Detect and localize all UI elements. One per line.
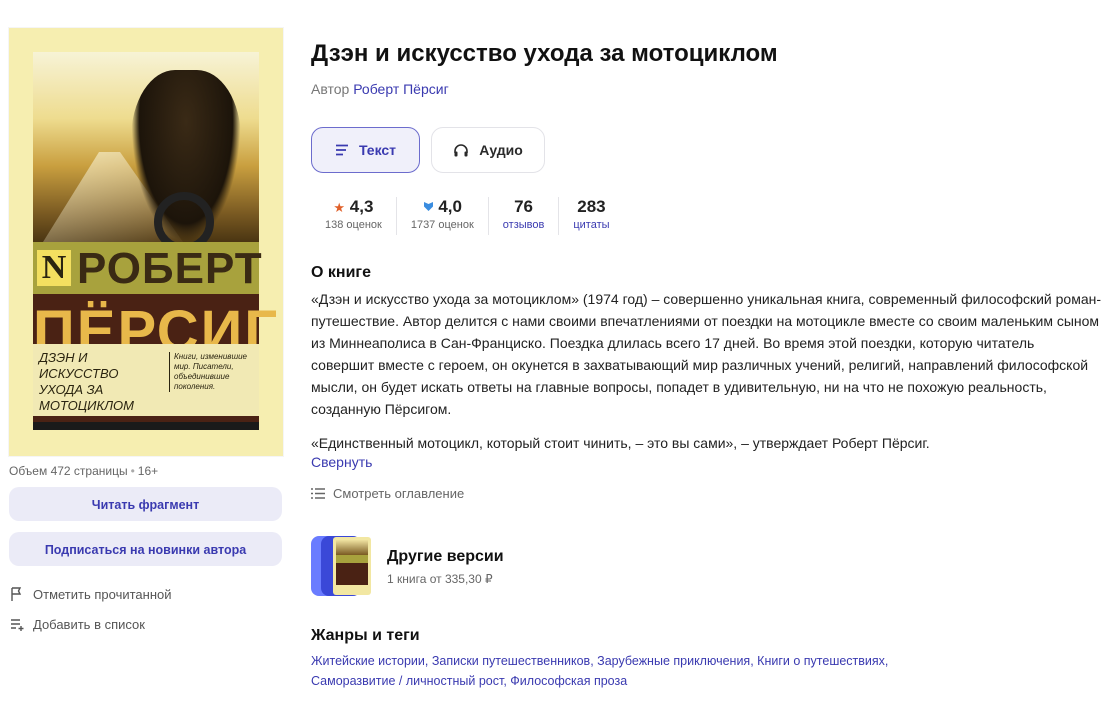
author-line: Автор Роберт Пёрсиг <box>311 81 449 97</box>
stat-rating-alt[interactable]: 4,0 1737 оценок <box>397 197 489 235</box>
cover-series <box>33 422 259 430</box>
list-icon <box>311 488 325 499</box>
cover-title: Дзэн и искусство ухода за мотоциклом <box>39 350 134 413</box>
mark-read-action[interactable]: Отметить прочитанной <box>9 586 283 602</box>
pages-count: Объем 472 страницы <box>9 464 128 478</box>
add-list-label: Добавить в список <box>33 616 145 632</box>
text-lines-icon <box>335 144 348 156</box>
format-audio-button[interactable]: Аудио <box>431 127 545 173</box>
author-link[interactable]: Роберт Пёрсиг <box>353 81 449 97</box>
format-text-button[interactable]: Текст <box>311 127 420 173</box>
stat-reviews[interactable]: 76 отзывов <box>489 197 560 235</box>
versions-heading: Другие версии <box>387 548 504 565</box>
genres-heading: Жанры и теги <box>311 627 420 644</box>
versions-sub: 1 книга от 335,30 ₽ <box>387 572 493 586</box>
book-meta: Объем 472 страницы • 16+ <box>9 464 159 478</box>
left-column: N РОБЕРТ ПЁРСИГ Дзэн и искусство ухода з… <box>9 28 283 632</box>
mark-read-label: Отметить прочитанной <box>33 586 172 602</box>
format-text-label: Текст <box>358 142 397 158</box>
genre-link[interactable]: Записки путешественников <box>432 654 590 668</box>
subscribe-author-button[interactable]: Подписаться на новинки автора <box>9 532 282 566</box>
genre-link[interactable]: Житейские истории <box>311 654 425 668</box>
book-cover[interactable]: N РОБЕРТ ПЁРСИГ Дзэн и искусство ухода з… <box>9 28 283 456</box>
add-to-list-action[interactable]: Добавить в список <box>9 616 283 632</box>
book-title: Дзэн и искусство ухода за мотоциклом <box>311 40 778 67</box>
cover-photo <box>33 52 259 252</box>
toc-label: Смотреть оглавление <box>333 486 465 501</box>
rating-stats: ★ 4,3 138 оценок 4,0 1737 оценок 76 отзы… <box>311 197 624 235</box>
headphones-icon <box>454 144 469 157</box>
cover-logo: N <box>37 250 71 286</box>
flag-icon <box>11 587 22 601</box>
genre-link[interactable]: Философская проза <box>510 674 627 688</box>
about-quote: «Единственный мотоцикл, который стоит чи… <box>311 435 930 451</box>
genre-link[interactable]: Зарубежные приключения <box>597 654 750 668</box>
star-icon: ★ <box>333 200 346 215</box>
cover-tagline: Книги, изменившие мир. Писатели, объедин… <box>169 352 260 392</box>
read-fragment-button[interactable]: Читать фрагмент <box>9 487 282 521</box>
add-list-icon <box>11 619 24 631</box>
genre-link[interactable]: Книги о путешествиях <box>757 654 885 668</box>
author-prefix: Автор <box>311 81 350 97</box>
heart-shield-icon <box>423 202 433 211</box>
versions-thumbnail <box>311 536 373 598</box>
about-text: «Дзэн и искусство ухода за мотоциклом» (… <box>311 291 1102 417</box>
stat-rating[interactable]: ★ 4,3 138 оценок <box>311 197 397 235</box>
stat-quotes[interactable]: 283 цитаты <box>559 197 623 235</box>
genres-list: Житейские истории, Записки путешественни… <box>311 654 889 688</box>
collapse-link[interactable]: Свернуть <box>311 454 372 470</box>
format-audio-label: Аудио <box>479 142 523 158</box>
age-rating: 16+ <box>137 464 159 478</box>
about-heading: О книге <box>311 264 371 281</box>
toc-link[interactable]: Смотреть оглавление <box>311 486 464 501</box>
genre-link[interactable]: Саморазвитие / личностный рост <box>311 674 503 688</box>
cover-author-first: РОБЕРТ <box>77 244 263 293</box>
other-versions[interactable]: Другие версии 1 книга от 335,30 ₽ <box>311 536 504 598</box>
